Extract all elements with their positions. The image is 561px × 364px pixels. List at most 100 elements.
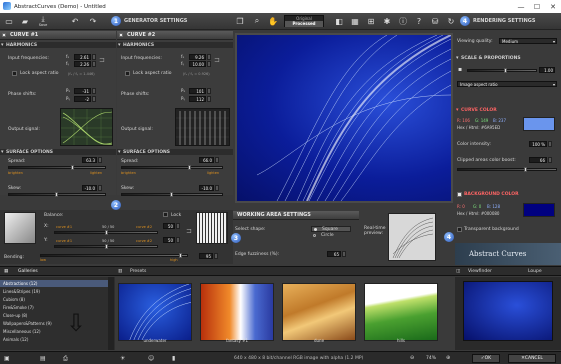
scale-knob[interactable] (504, 68, 507, 73)
bending-stepper[interactable] (214, 253, 218, 259)
gallery-item-lines-stripes[interactable]: Lines&Stripes (19) (0, 288, 40, 295)
zoom-fit-icon[interactable]: ⊞ (364, 15, 378, 27)
balance-x-slider[interactable] (54, 230, 158, 235)
zoom-icon[interactable]: ⌕ (250, 15, 264, 27)
open-icon[interactable]: ▰ (18, 15, 32, 27)
thumb-dune[interactable] (282, 283, 356, 341)
curve2-fy-field[interactable]: 10.00 (189, 61, 206, 67)
balance-lock-checkbox[interactable] (163, 212, 168, 217)
shape-square-option[interactable]: Square (311, 226, 351, 232)
viewfinder-tab-icon[interactable]: ◫ (456, 269, 460, 274)
curve2-enable-checkbox[interactable] (119, 33, 123, 37)
galleries-tab-icon[interactable]: ▦ (4, 269, 8, 274)
cart-icon[interactable]: ⛁ (428, 15, 442, 27)
curve1-spread-stepper[interactable] (98, 157, 102, 163)
tab-viewfinder[interactable]: Viewfinder (468, 269, 492, 274)
balance-x-field[interactable]: 50 (163, 223, 175, 229)
tab-presets[interactable]: Presets (130, 269, 146, 274)
ok-button[interactable]: ✓ OK (472, 354, 500, 363)
curve2-skew-stepper[interactable] (215, 185, 219, 191)
circle-radio[interactable] (313, 234, 316, 237)
curve1-skew-field[interactable]: -10.0 (82, 185, 97, 191)
curve1-px-field[interactable]: -31 (74, 88, 91, 94)
color-intensity-field[interactable]: 100 % (529, 141, 547, 147)
bending-slider[interactable] (40, 253, 188, 258)
transparent-bg-checkbox[interactable] (457, 227, 462, 232)
clipped-boost-knob[interactable] (524, 167, 527, 172)
bending-knob[interactable] (179, 253, 182, 258)
preview-image[interactable] (237, 35, 451, 201)
curve1-surface-options-header[interactable]: SURFACE OPTIONS (0, 149, 116, 155)
refresh-icon[interactable]: ↻ (444, 15, 458, 27)
curve1-spread-field[interactable]: 63.3 (82, 157, 97, 163)
curve2-lock-aspect-checkbox[interactable] (125, 71, 130, 76)
minimize-button[interactable]: — (513, 0, 529, 13)
curve2-fy-stepper[interactable] (207, 61, 211, 67)
curve1-py-stepper[interactable] (92, 96, 96, 102)
bending-field[interactable]: 95 (199, 253, 213, 259)
hand-icon[interactable]: ✋ (266, 15, 280, 27)
curve2-skew-field[interactable]: -10.0 (199, 185, 214, 191)
curve2-skew-knob[interactable] (170, 192, 173, 197)
clipped-boost-slider[interactable] (457, 167, 557, 172)
zoom-out-icon[interactable]: ⊖ (410, 355, 414, 361)
settings-icon[interactable]: ✱ (380, 15, 394, 27)
curve1-lock-aspect-checkbox[interactable] (12, 71, 17, 76)
gallery-item-close-up[interactable]: Close-up (8) (0, 312, 27, 319)
tab-galleries[interactable]: Galleries (18, 269, 38, 274)
thumb-fantasy[interactable] (200, 283, 274, 341)
curve-color-header[interactable]: CURVE COLOR (455, 107, 561, 113)
gallery-scrollbar[interactable] (108, 277, 114, 350)
edge-fuzziness-field[interactable]: 65 (327, 251, 341, 257)
curve1-spread-knob[interactable] (71, 165, 74, 170)
balance-y-stepper[interactable] (176, 237, 180, 243)
maximize-button[interactable]: ☐ (529, 0, 545, 13)
gallery-item-abstractions[interactable]: Abstractions (12) (0, 280, 108, 287)
clipped-boost-stepper[interactable] (548, 157, 552, 163)
info-icon[interactable]: ⓘ (396, 15, 410, 27)
curve2-spread-slider[interactable] (121, 165, 223, 170)
cancel-button[interactable]: ✕ CANCEL (508, 354, 556, 363)
curve-color-swatch[interactable] (523, 117, 555, 131)
balance-y-slider[interactable] (54, 244, 158, 249)
curve1-py-field[interactable]: -2 (74, 96, 91, 102)
curve2-py-stepper[interactable] (207, 96, 211, 102)
square-radio[interactable] (314, 228, 317, 231)
curve1-harmonics-header[interactable]: HARMONICS (0, 42, 116, 48)
presets-tab-icon[interactable]: ▥ (118, 269, 122, 274)
viewfinder-thumb[interactable] (463, 281, 553, 341)
print-icon[interactable]: ⎙ (63, 355, 68, 363)
curve1-skew-slider[interactable] (8, 192, 106, 197)
book-icon[interactable]: ▮ (172, 355, 175, 362)
curve2-surface-options-header[interactable]: SURFACE OPTIONS (117, 149, 233, 155)
gallery-item-fire-smoke[interactable]: Fire&Smoke (7) (0, 304, 34, 311)
scale-proportions-header[interactable]: SCALE & PROPORTIONS (455, 55, 561, 61)
person-icon[interactable]: ☺ (148, 355, 154, 362)
curve2-px-stepper[interactable] (207, 88, 211, 94)
curve1-fx-stepper[interactable] (92, 54, 96, 60)
compare-icon[interactable]: ◧ (332, 15, 346, 27)
gallery-item-wallpapers[interactable]: Wallpapers&Patterns (9) (0, 320, 52, 327)
curve2-fx-field[interactable]: 9.26 (189, 54, 206, 60)
camera-icon[interactable]: ▣ (4, 355, 10, 362)
help-icon[interactable]: ? (412, 15, 426, 27)
curve1-px-stepper[interactable] (92, 88, 96, 94)
curve2-fx-stepper[interactable] (207, 54, 211, 60)
curve2-px-field[interactable]: 101 (189, 88, 206, 94)
curve2-py-field[interactable]: 112 (189, 96, 206, 102)
scale-field[interactable]: 1.00 (539, 67, 555, 73)
curve2-spread-knob[interactable] (188, 165, 191, 170)
curve2-skew-slider[interactable] (121, 192, 223, 197)
thumb-underwater[interactable] (118, 283, 192, 341)
scale-slider[interactable] (467, 68, 537, 73)
redo-icon[interactable]: ↷ (86, 15, 100, 27)
balance-x-knob[interactable] (105, 230, 108, 235)
curve1-fx-field[interactable]: 2.61 (74, 54, 91, 60)
balance-y-field[interactable]: 50 (163, 237, 175, 243)
curve1-fy-stepper[interactable] (92, 61, 96, 67)
export-icon[interactable]: ▤ (40, 355, 46, 362)
curve2-harmonics-header[interactable]: HARMONICS (117, 42, 233, 48)
curve1-skew-stepper[interactable] (98, 185, 102, 191)
tab-loupe[interactable]: Loupe (528, 269, 542, 274)
zoom-in-icon[interactable]: ⊕ (446, 355, 450, 361)
